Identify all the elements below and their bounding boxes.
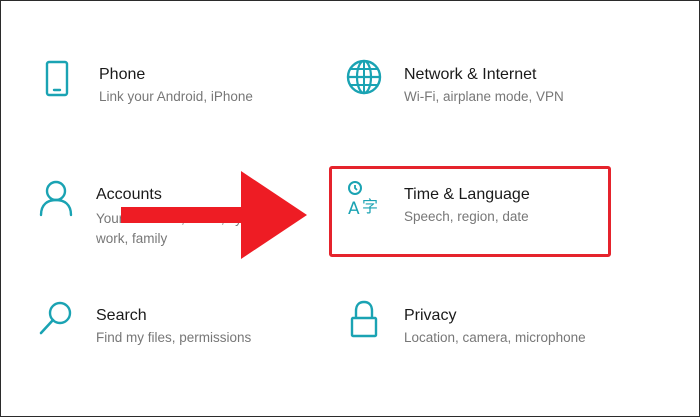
- highlight-box: [329, 166, 611, 257]
- settings-tile-privacy[interactable]: Privacy Location, camera, microphone: [346, 300, 586, 348]
- settings-window: Phone Link your Android, iPhone Network …: [0, 0, 700, 417]
- tile-title: Network & Internet: [404, 66, 537, 83]
- tile-subtitle: Wi-Fi, airplane mode, VPN: [404, 89, 564, 104]
- tile-title: Search: [96, 307, 147, 324]
- person-icon: [38, 179, 74, 219]
- lock-icon: [346, 300, 382, 340]
- tile-subtitle: Find my files, permissions: [96, 330, 252, 345]
- tile-subtitle: Location, camera, microphone: [404, 330, 586, 345]
- settings-tile-phone[interactable]: Phone Link your Android, iPhone: [41, 60, 253, 107]
- phone-icon: [41, 59, 77, 99]
- search-icon: [38, 300, 74, 340]
- settings-tile-search[interactable]: Search Find my files, permissions: [38, 301, 252, 348]
- tile-subtitle: Link your Android, iPhone: [99, 89, 253, 104]
- globe-icon: [346, 59, 382, 99]
- red-arrow-annotation: [121, 171, 307, 259]
- settings-tile-network[interactable]: Network & Internet Wi-Fi, airplane mode,…: [346, 59, 564, 107]
- tile-title: Phone: [99, 66, 146, 83]
- tile-title: Privacy: [404, 307, 457, 324]
